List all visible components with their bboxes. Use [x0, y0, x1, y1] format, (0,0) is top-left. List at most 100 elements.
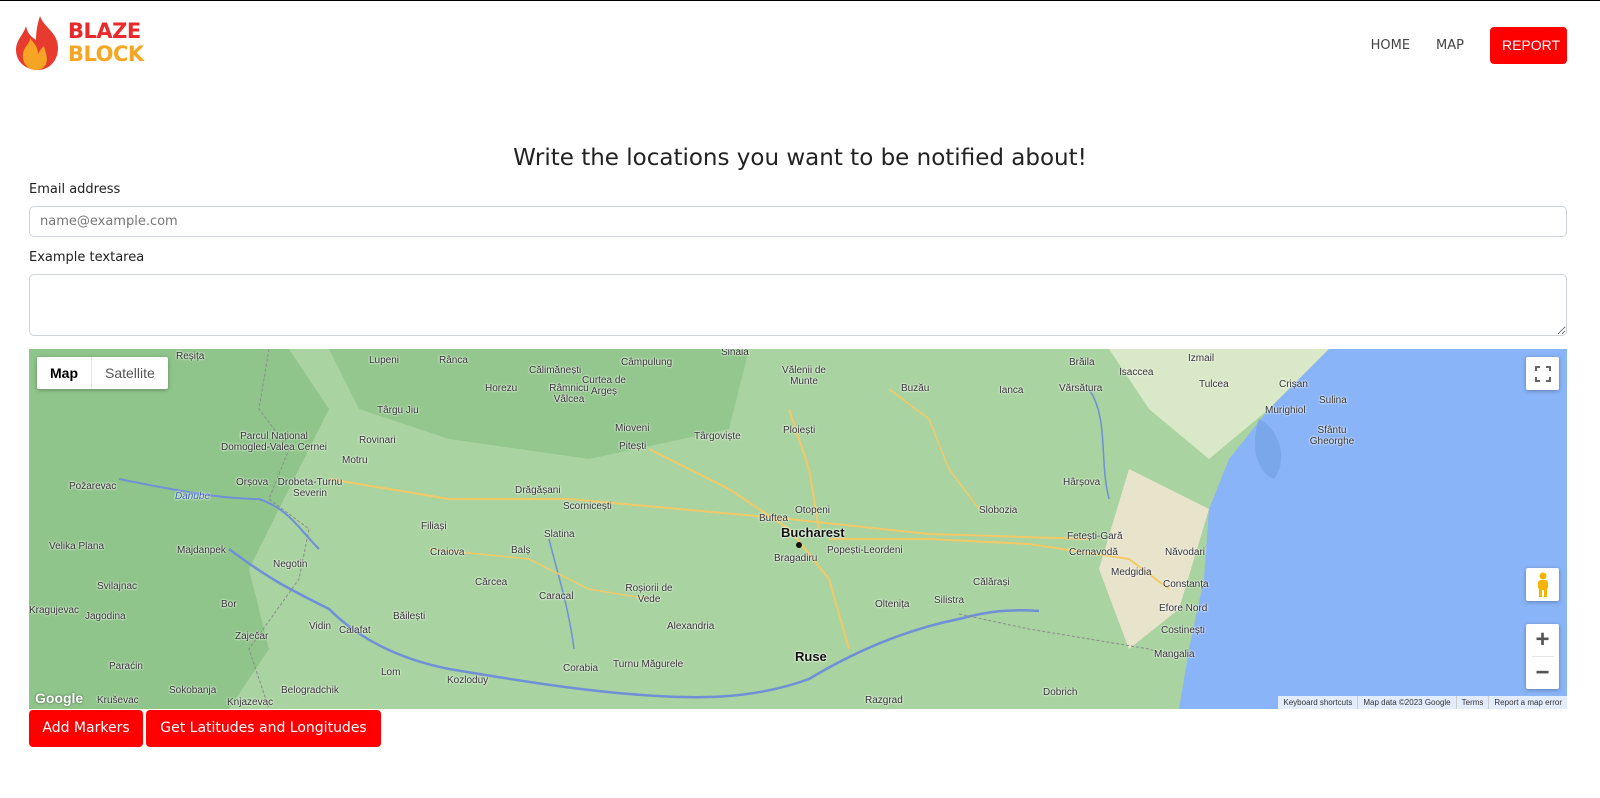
brand-line2: BLOCK	[68, 42, 144, 66]
main-nav: HOME MAP REPORT	[1371, 27, 1567, 64]
map-label: Velika Plana	[49, 541, 105, 552]
map-label: Rovinari	[359, 435, 396, 446]
map-label: Kragujevac	[29, 605, 80, 616]
map-label: Buzău	[901, 383, 930, 394]
keyboard-shortcuts-link[interactable]: Keyboard shortcuts	[1278, 696, 1357, 709]
map-label: Silistra	[934, 595, 965, 606]
map-label: Belogradchik	[281, 685, 339, 696]
map-label: Cărcea	[475, 577, 508, 588]
map-label: Cernavodă	[1069, 547, 1118, 558]
map-label: Bor	[221, 599, 237, 610]
map-label: Požarevac	[69, 481, 117, 492]
map-label: Craiova	[430, 547, 465, 558]
map-label: Balș	[511, 545, 531, 556]
map-data-text: Map data ©2023 Google	[1357, 696, 1455, 709]
map-label: Horezu	[485, 383, 518, 394]
map-label: Rânca	[439, 355, 468, 366]
brand-wordmark: BLAZE BLOCK	[68, 20, 144, 66]
nav-home-link[interactable]: HOME	[1371, 38, 1410, 53]
brand-logo[interactable]: BLAZE BLOCK	[14, 14, 154, 74]
map-label: Otopeni	[795, 505, 831, 516]
map-label: Drăgășani	[515, 485, 561, 496]
map-label: Isaccea	[1119, 367, 1154, 378]
fullscreen-button[interactable]	[1526, 357, 1559, 390]
map-label: Slobozia	[979, 505, 1018, 516]
email-field[interactable]	[29, 206, 1567, 237]
map-label: Roșiorii de Vede	[625, 583, 673, 605]
map-label: Brăila	[1069, 357, 1095, 368]
map-label: Mangalia	[1154, 649, 1195, 660]
map-label: Filiași	[421, 521, 447, 532]
map-label: Drobeta-Turnu Severin	[277, 477, 343, 499]
terms-link[interactable]: Terms	[1455, 696, 1489, 709]
pegman-icon	[1537, 572, 1548, 597]
map-label: Bragadiru	[774, 553, 818, 564]
map-label: Sulina	[1319, 395, 1347, 406]
map-label: Slatina	[544, 529, 575, 540]
map-label: Parcul Național Domogled-Valea Cernei	[221, 431, 327, 453]
minus-icon: −	[1535, 659, 1550, 686]
map-label: Calafat	[339, 625, 371, 636]
street-view-button[interactable]	[1526, 568, 1559, 601]
fullscreen-icon	[1534, 365, 1551, 382]
map-label: Călărași	[973, 577, 1010, 588]
map-label: Buftea	[759, 513, 788, 524]
map-label: Murighiol	[1265, 405, 1306, 416]
add-markers-button[interactable]: Add Markers	[29, 710, 143, 747]
map-label: Băilești	[393, 611, 426, 622]
zoom-control: + −	[1526, 624, 1559, 689]
map-label: Medgidia	[1111, 567, 1152, 578]
report-button[interactable]: REPORT	[1490, 27, 1567, 64]
map-label: Pitești	[619, 441, 647, 452]
map-label: Costinești	[1161, 625, 1205, 636]
google-map[interactable]: Reșița Lupeni Rânca Călimănești Câmpulun…	[29, 349, 1567, 709]
get-lat-lng-button[interactable]: Get Latitudes and Longitudes	[146, 710, 381, 747]
map-label: Ruse	[795, 649, 827, 664]
map-label: Paraćin	[109, 661, 143, 672]
map-label: Vidin	[309, 621, 332, 632]
nav-map-link[interactable]: MAP	[1436, 38, 1464, 53]
google-logo: Google	[35, 690, 84, 706]
site-header: BLAZE BLOCK HOME MAP REPORT	[0, 0, 1600, 92]
map-label: Hârșova	[1063, 477, 1101, 488]
map-label: Razgrad	[865, 695, 903, 706]
map-label: Câmpulung	[621, 357, 673, 368]
map-label: Sinaia	[721, 349, 749, 358]
map-label: Negotin	[273, 559, 308, 570]
textarea-label: Example textarea	[29, 250, 145, 265]
map-label: Ploiești	[783, 425, 816, 436]
map-label: Knjazevac	[227, 697, 274, 708]
map-label: Reșița	[176, 351, 205, 362]
map-type-satellite-button[interactable]: Satellite	[92, 357, 168, 389]
map-type-map-button[interactable]: Map	[37, 357, 92, 389]
map-label: Scornicești	[563, 501, 612, 512]
map-label: Danube	[175, 491, 211, 502]
map-label: Orșova	[236, 477, 269, 488]
map-label: Corabia	[563, 663, 599, 674]
map-label: Târgoviște	[694, 431, 741, 442]
map-label: Ianca	[999, 385, 1024, 396]
map-label: Popești-Leordeni	[827, 545, 903, 556]
map-label: Curtea de Argeș	[582, 375, 626, 397]
map-label: Năvodari	[1165, 547, 1206, 558]
map-label: Tulcea	[1199, 379, 1229, 390]
report-map-error-link[interactable]: Report a map error	[1488, 696, 1567, 709]
map-label: Kozloduy	[447, 675, 489, 686]
zoom-out-button[interactable]: −	[1526, 657, 1559, 689]
map-label: Crișan	[1279, 379, 1308, 390]
map-label: Târgu Jiu	[377, 405, 419, 416]
map-label: Kruševac	[97, 695, 139, 706]
page-title: Write the locations you want to be notif…	[513, 145, 1087, 171]
zoom-in-button[interactable]: +	[1526, 624, 1559, 656]
locations-textarea[interactable]	[29, 274, 1567, 336]
map-label: Sokobanja	[169, 685, 217, 696]
map-label: Dobrich	[1043, 687, 1078, 698]
map-label: Bucharest	[781, 525, 845, 540]
map-type-control: Map Satellite	[37, 357, 168, 389]
map-label: Mioveni	[615, 423, 650, 434]
brand-line1: BLAZE	[68, 19, 141, 43]
map-label: Constanța	[1163, 579, 1209, 590]
map-label: Majdanpek	[177, 545, 226, 556]
email-label: Email address	[29, 182, 121, 197]
map-label: Caracal	[539, 591, 574, 602]
